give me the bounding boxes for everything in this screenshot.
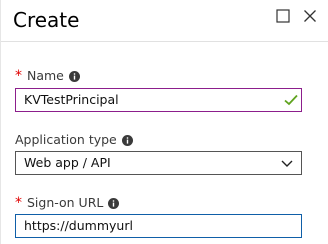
application-type-select[interactable]: Web app / API [15, 151, 302, 175]
sign-on-url-input[interactable]: https://dummyurl [15, 214, 302, 238]
name-input[interactable]: KVTestPrincipal [15, 88, 302, 112]
chevron-down-icon [281, 160, 293, 167]
checkmark-icon [284, 94, 298, 106]
maximize-button[interactable] [276, 9, 292, 25]
blade-header: Create [1, 0, 328, 42]
close-button[interactable] [303, 9, 319, 25]
sign-on-url-value: https://dummyurl [24, 218, 133, 233]
close-icon [304, 10, 316, 22]
info-icon[interactable] [121, 135, 133, 146]
info-icon[interactable] [108, 198, 120, 209]
application-type-selected: Web app / API [24, 155, 111, 170]
required-asterisk: * [15, 195, 22, 211]
application-type-label-row: Application type [15, 132, 133, 148]
application-type-label: Application type [15, 132, 117, 147]
sign-on-url-label-row: * Sign-on URL [15, 195, 120, 211]
create-blade: Create * Name KVTestPrincipal Application… [0, 0, 328, 244]
info-icon[interactable] [68, 71, 80, 82]
name-value: KVTestPrincipal [24, 92, 119, 107]
sign-on-url-label: Sign-on URL [27, 195, 104, 210]
page-title: Create [13, 8, 80, 32]
required-asterisk: * [15, 68, 22, 84]
square-icon [276, 9, 290, 23]
name-label-row: * Name [15, 68, 80, 84]
name-label: Name [27, 68, 64, 83]
